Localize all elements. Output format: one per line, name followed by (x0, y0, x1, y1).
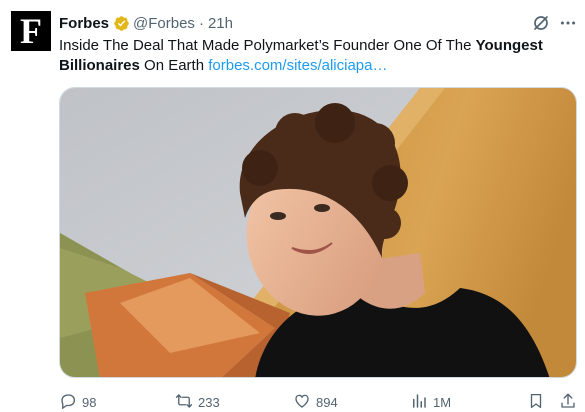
reply-button[interactable]: 98 (59, 392, 96, 412)
author-name[interactable]: Forbes (59, 15, 109, 32)
bookmark-icon (527, 392, 545, 412)
gold-verified-badge-icon[interactable] (113, 15, 130, 32)
like-button[interactable]: 894 (293, 392, 338, 412)
views-button[interactable]: 1M (410, 392, 451, 412)
tweet-link[interactable]: forbes.com/sites/aliciapa… (208, 57, 387, 74)
tweet-text-part1: Inside The Deal That Made Polymarket’s F… (59, 37, 476, 54)
more-icon[interactable] (559, 14, 577, 32)
tweet-text: Inside The Deal That Made Polymarket’s F… (59, 36, 571, 76)
tweet-media-image[interactable] (59, 87, 577, 378)
heart-icon (293, 392, 311, 412)
share-button[interactable] (559, 392, 577, 412)
like-count: 894 (316, 394, 338, 410)
tweet-text-part2: On Earth (139, 57, 209, 74)
tweet-actions: 98 233 894 1M (59, 392, 579, 412)
views-bar-chart-icon (410, 392, 428, 412)
views-count: 1M (433, 394, 452, 410)
retweet-count: 233 (198, 394, 220, 410)
share-icon (559, 392, 577, 412)
tweet-header: Forbes @Forbes · 21h (59, 14, 233, 32)
author-handle[interactable]: @Forbes (133, 15, 195, 32)
reply-icon (59, 392, 77, 412)
retweet-icon (175, 392, 193, 412)
avatar-letter: F (20, 11, 42, 51)
header-separator: · (198, 14, 204, 32)
retweet-button[interactable]: 233 (175, 392, 220, 412)
reply-count: 98 (82, 394, 97, 410)
author-avatar[interactable]: F (11, 11, 51, 51)
bookmark-button[interactable] (527, 392, 545, 412)
tweet-timestamp[interactable]: 21h (208, 15, 233, 32)
grok-icon[interactable] (532, 14, 550, 32)
